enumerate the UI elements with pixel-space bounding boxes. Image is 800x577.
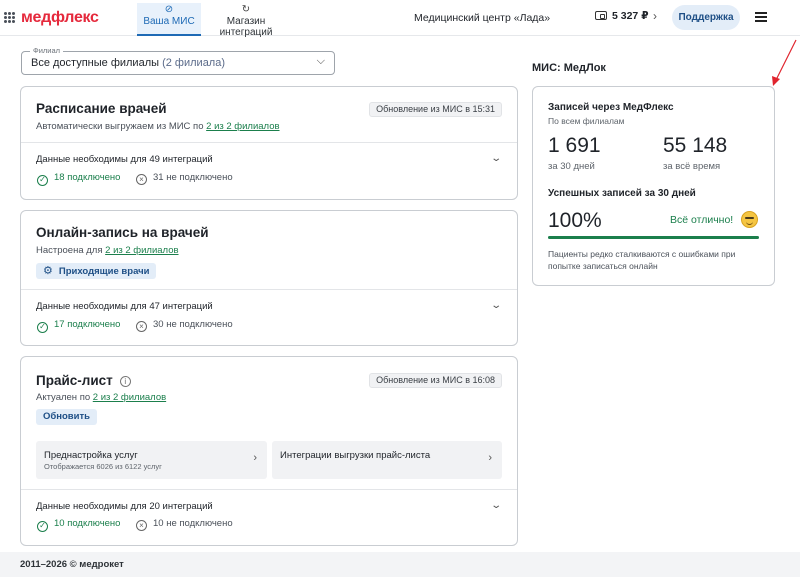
online-booking-not-connected: × 30 не подключено: [136, 319, 233, 332]
price-list-title-row: Прайс-лист i: [36, 373, 131, 388]
info-icon[interactable]: i: [119, 376, 131, 387]
online-booking-connected-text: 17 подключено: [54, 319, 121, 330]
center-name[interactable]: Медицинский центр «Лада»: [414, 12, 550, 24]
check-circle-icon: ✓: [37, 175, 48, 186]
cool-smiley-icon: [741, 211, 758, 228]
schedule-sub: Автоматически выгружаем из МИС по 2 из 2…: [36, 121, 280, 132]
chevron-right-icon: ›: [488, 452, 492, 464]
bookings-stats-card: Записей через МедФлекс По всем филиалам …: [532, 86, 775, 286]
tab-integration-store[interactable]: ↻ Магазин интеграций: [208, 3, 284, 38]
success-note: Пациенты редко сталкиваются с ошибками п…: [548, 249, 736, 271]
branch-value-text: Все доступные филиалы: [31, 57, 160, 69]
rotate-icon: ↻: [241, 4, 251, 15]
price-list-not-connected: × 10 не подключено: [136, 518, 233, 531]
footer-copyright: 2011–2026 © медрокет: [20, 559, 124, 570]
bookings-header: Записей через МедФлекс: [548, 102, 674, 113]
balance-value: 5 327 ₽: [612, 10, 649, 22]
branch-label: Филиал: [30, 46, 64, 55]
check-circle-icon: ✓: [37, 521, 48, 532]
online-booking-connected: ✓ 17 подключено: [37, 319, 120, 333]
bookings-30-days: 1 691: [548, 134, 601, 157]
price-list-title: Прайс-лист: [36, 373, 113, 388]
price-list-update-badge: Обновление из МИС в 16:08: [369, 373, 502, 388]
bookings-30-days-label: за 30 дней: [548, 161, 595, 172]
success-percent: 100%: [548, 209, 602, 232]
price-list-card: Прайс-лист i Актуален по 2 из 2 филиалов …: [20, 356, 518, 546]
check-circle-icon: ✓: [37, 322, 48, 333]
chevron-down-icon[interactable]: ⌄: [490, 300, 502, 311]
schedule-not-connected: × 31 не подключено: [136, 172, 233, 185]
online-booking-sub: Настроена для 2 из 2 филиалов: [36, 245, 179, 256]
success-status: Всё отлично!: [670, 214, 734, 226]
visiting-doctors-label: Приходящие врачи: [58, 266, 150, 277]
divider: [21, 489, 517, 490]
schedule-connected: ✓ 18 подключено: [37, 172, 120, 186]
online-booking-need-text: Данные необходимы для 47 интеграций: [36, 301, 213, 312]
schedule-sub-text: Автоматически выгружаем из МИС по: [36, 121, 207, 132]
tab-integration-store-label: Магазин интеграций: [219, 16, 273, 38]
support-button[interactable]: Поддержка: [672, 5, 740, 30]
service-presetup-title: Преднастройка услуг: [44, 450, 138, 461]
price-list-sub: Актуален по 2 из 2 филиалов: [36, 392, 166, 403]
balance[interactable]: 5 327 ₽: [595, 10, 649, 22]
online-booking-branches-link[interactable]: 2 из 2 филиалов: [105, 245, 178, 256]
price-list-connected: ✓ 10 подключено: [37, 518, 120, 532]
menu-icon[interactable]: [755, 12, 767, 22]
schedule-not-connected-text: 31 не подключено: [153, 172, 233, 183]
x-circle-icon: ×: [136, 174, 147, 185]
online-booking-sub-text: Настроена для: [36, 245, 106, 256]
schedule-branches-link[interactable]: 2 из 2 филиалов: [206, 121, 279, 132]
schedule-title: Расписание врачей: [36, 101, 167, 116]
chevron-right-icon: ›: [253, 452, 257, 464]
success-header: Успешных записей за 30 дней: [548, 188, 696, 199]
annotation-arrow-icon: [772, 39, 797, 86]
schedule-connected-text: 18 подключено: [54, 172, 121, 183]
service-presetup-sub: Отображается 6026 из 6122 услуг: [44, 462, 162, 471]
bookings-sub: По всем филиалам: [548, 116, 625, 126]
x-circle-icon: ×: [136, 321, 147, 332]
divider: [21, 142, 517, 143]
online-booking-not-connected-text: 30 не подключено: [153, 319, 233, 330]
price-list-branches-link[interactable]: 2 из 2 филиалов: [93, 392, 166, 403]
footer: 2011–2026 © медрокет: [0, 552, 800, 577]
tab-your-mis[interactable]: ⊘ Ваша МИС: [137, 3, 201, 36]
branch-value: Все доступные филиалы (2 филиала): [31, 57, 225, 69]
refresh-button[interactable]: Обновить: [36, 409, 97, 425]
schedule-need-text: Данные необходимы для 49 интеграций: [36, 154, 213, 165]
price-export-title: Интеграции выгрузки прайс-листа: [280, 450, 431, 461]
price-list-sub-text: Актуален по: [36, 392, 93, 403]
apps-grid-icon[interactable]: [4, 12, 15, 23]
price-export-box[interactable]: Интеграции выгрузки прайс-листа ›: [272, 441, 502, 479]
price-list-not-connected-text: 10 не подключено: [153, 518, 233, 529]
success-progress-bar: [548, 236, 759, 239]
logo[interactable]: медфлекс: [21, 9, 99, 27]
chevron-down-icon[interactable]: ⌄: [490, 153, 502, 164]
chevron-right-icon[interactable]: ›: [653, 9, 657, 23]
top-header: медфлекс ⊘ Ваша МИС ↻ Магазин интеграций…: [0, 0, 800, 38]
service-presetup-box[interactable]: Преднастройка услуг Отображается 6026 из…: [36, 441, 267, 479]
compass-icon: ⊘: [164, 4, 174, 15]
wallet-icon: [595, 11, 607, 20]
schedule-update-badge: Обновление из МИС в 15:31: [369, 102, 502, 117]
price-list-connected-text: 10 подключено: [54, 518, 121, 529]
online-booking-title: Онлайн-запись на врачей: [36, 225, 209, 240]
price-list-need-text: Данные необходимы для 20 интеграций: [36, 501, 213, 512]
gear-icon: ⚙: [43, 265, 53, 277]
online-booking-card: Онлайн-запись на врачей Настроена для 2 …: [20, 210, 518, 346]
visiting-doctors-button[interactable]: ⚙ Приходящие врачи: [36, 263, 157, 279]
x-circle-icon: ×: [136, 520, 147, 531]
schedule-card: Расписание врачей Автоматически выгружае…: [20, 86, 518, 200]
chevron-down-icon: ⌵: [316, 55, 325, 67]
branch-select[interactable]: Филиал Все доступные филиалы (2 филиала)…: [21, 46, 335, 75]
chevron-down-icon[interactable]: ⌄: [490, 500, 502, 511]
mis-title: МИС: МедЛок: [532, 62, 606, 74]
bookings-all-time-label: за всё время: [663, 161, 721, 172]
tab-your-mis-label: Ваша МИС: [143, 16, 195, 27]
bookings-all-time: 55 148: [663, 134, 728, 157]
success-progress-fill: [548, 236, 759, 239]
branch-count: (2 филиала): [162, 57, 226, 69]
divider: [21, 289, 517, 290]
